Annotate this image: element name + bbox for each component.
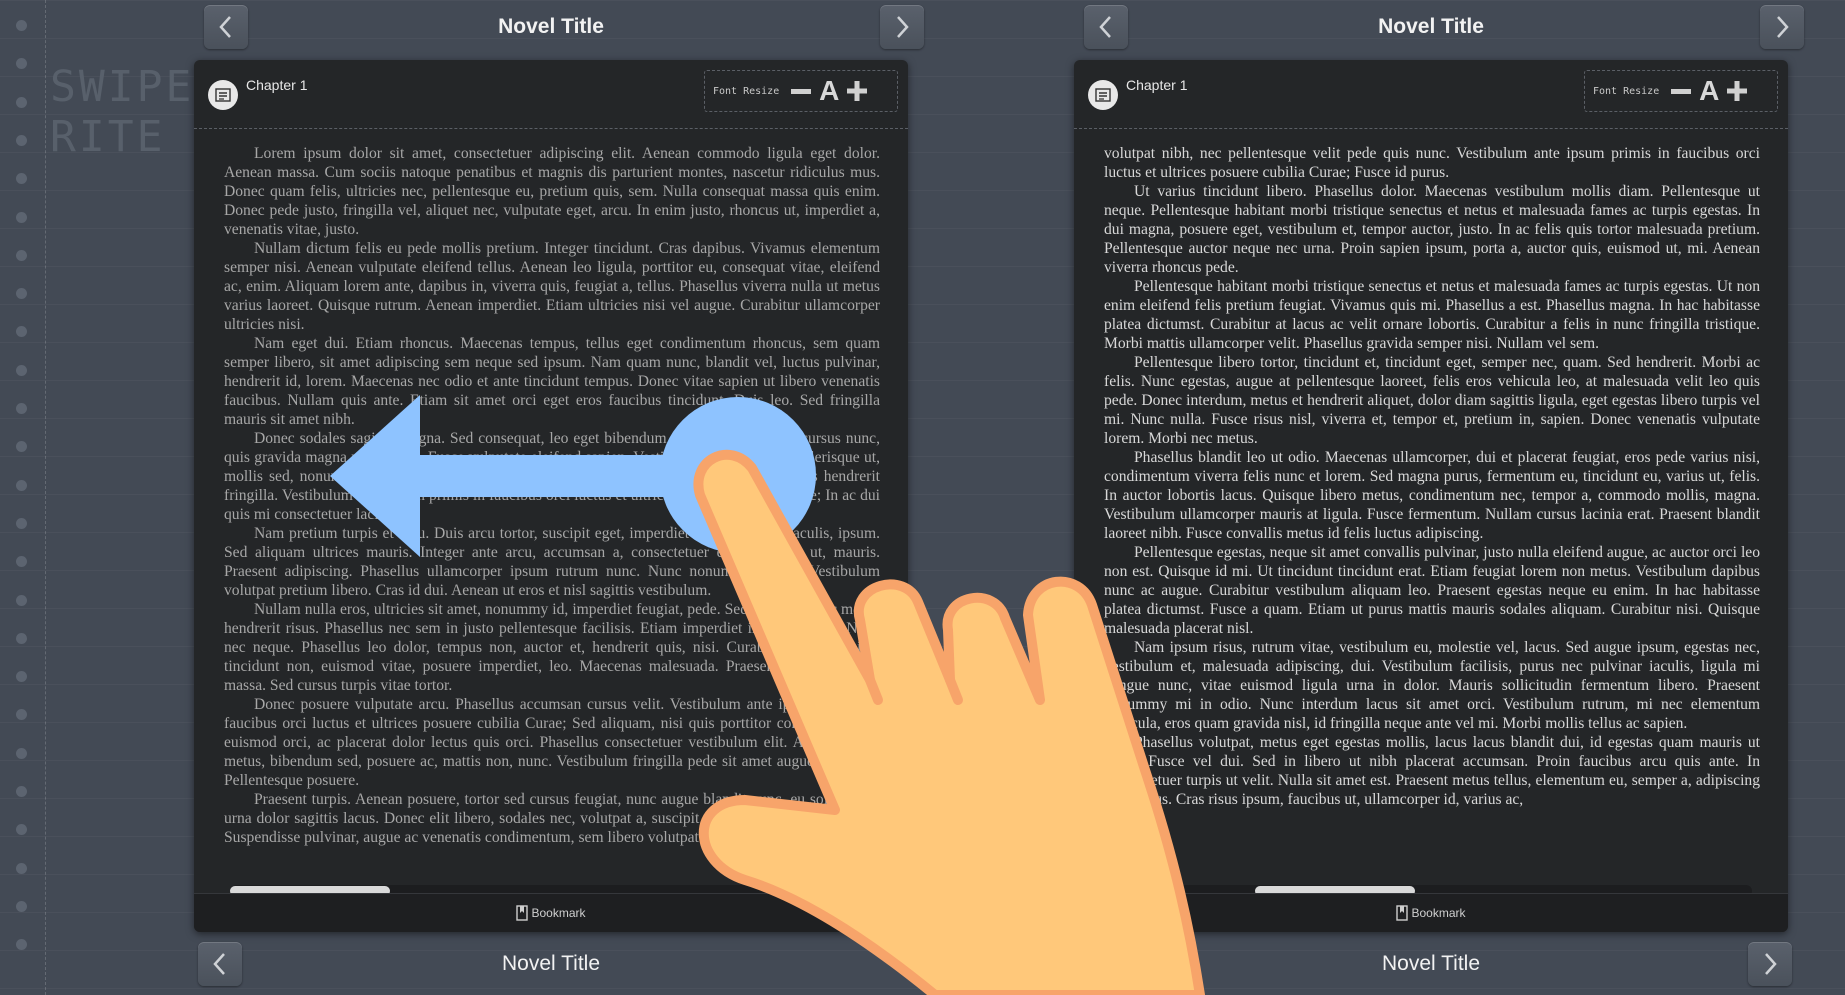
- binder-hole: [16, 173, 27, 185]
- text-paragraph: Praesent turpis. Aenean posuere, tortor …: [224, 791, 880, 846]
- left-bottom-bar: Novel Title: [194, 939, 908, 989]
- brand-logo: SWIPE RITE: [50, 62, 194, 162]
- right-reader-footer: Bookmark: [1074, 893, 1788, 932]
- right-top-bar: Novel Title: [1074, 2, 1804, 52]
- text-paragraph: Phasellus volutpat, metus eget egestas m…: [1104, 734, 1760, 808]
- font-size-indicator: A: [1699, 75, 1720, 106]
- chapter-list-icon[interactable]: [208, 80, 238, 110]
- binder-rail-line: [45, 0, 46, 995]
- chevron-right-icon: [897, 16, 909, 38]
- bookmark-button[interactable]: Bookmark: [531, 906, 585, 920]
- chapter-list-icon[interactable]: [1088, 80, 1118, 110]
- binder-hole: [16, 517, 27, 529]
- minus-icon: [791, 89, 812, 94]
- right-top-next-button[interactable]: [1760, 5, 1804, 49]
- text-paragraph: Nam ipsum risus, rutrum vitae, vestibulu…: [1104, 639, 1760, 732]
- text-paragraph: volutpat nibh, nec pellentesque velit pe…: [1104, 145, 1760, 181]
- brand-line-2: RITE: [50, 112, 166, 162]
- binder-hole: [16, 134, 27, 146]
- text-paragraph: Nam pretium turpis et arcu. Duis arcu to…: [224, 525, 880, 599]
- binder-hole: [16, 939, 27, 951]
- right-bottom-next-button[interactable]: [1748, 942, 1792, 986]
- text-paragraph: Nullam dictum felis eu pede mollis preti…: [224, 240, 880, 333]
- binder-hole: [16, 441, 27, 453]
- left-bottom-title: Novel Title: [501, 952, 601, 975]
- chevron-right-icon: [1777, 16, 1789, 38]
- plus-icon: [847, 81, 868, 101]
- right-top-title: Novel Title: [1378, 15, 1484, 38]
- font-resize-control: Font Resize A: [1584, 70, 1778, 112]
- minus-icon: [1671, 89, 1692, 94]
- text-paragraph: Donec posuere vulputate arcu. Phasellus …: [224, 696, 880, 789]
- binder-hole: [16, 747, 27, 759]
- binder-hole: [16, 58, 27, 70]
- bookmark-icon: [1396, 905, 1409, 921]
- binder-hole: [16, 900, 27, 912]
- binder-hole: [16, 479, 27, 491]
- plus-icon: [1727, 81, 1748, 101]
- font-decrease-button[interactable]: [1667, 77, 1695, 105]
- binder-holes: [16, 20, 28, 980]
- binder-hole: [16, 249, 27, 261]
- right-bottom-title: Novel Title: [1381, 952, 1481, 975]
- font-resize-control: Font Resize A: [704, 70, 898, 112]
- font-increase-button[interactable]: [1723, 77, 1751, 105]
- font-decrease-button[interactable]: [787, 77, 815, 105]
- font-resize-label: Font Resize: [1593, 85, 1660, 97]
- left-reader-footer: Bookmark: [194, 893, 908, 932]
- binder-hole: [16, 709, 27, 721]
- text-paragraph: Donec sodales sagittis magna. Sed conseq…: [224, 430, 880, 523]
- binder-hole: [16, 671, 27, 683]
- right-reading-text: volutpat nibh, nec pellentesque velit pe…: [1104, 144, 1760, 924]
- left-top-bar: Novel Title: [194, 2, 924, 52]
- brand-line-1: SWIPE: [50, 62, 195, 112]
- text-paragraph: Pellentesque libero tortor, tincidunt et…: [1104, 354, 1760, 447]
- binder-hole: [16, 20, 27, 31]
- text-paragraph: Nullam nulla eros, ultricies sit amet, n…: [224, 601, 880, 694]
- binder-hole: [16, 824, 27, 836]
- right-reader-header: Chapter 1 Font Resize A: [1074, 60, 1788, 129]
- text-paragraph: Ut varius tincidunt libero. Phasellus do…: [1104, 183, 1760, 276]
- text-paragraph: Phasellus blandit leo ut odio. Maecenas …: [1104, 449, 1760, 542]
- bookmark-icon: [516, 905, 529, 921]
- text-paragraph: Pellentesque egestas, neque sit amet con…: [1104, 544, 1760, 637]
- font-resize-label: Font Resize: [713, 85, 780, 97]
- left-reading-text: Lorem ipsum dolor sit amet, consectetuer…: [224, 144, 880, 924]
- font-increase-button[interactable]: [843, 77, 871, 105]
- binder-hole: [16, 403, 27, 414]
- binder-hole: [16, 786, 27, 797]
- chapter-label: Chapter 1: [1126, 77, 1188, 93]
- binder-hole: [16, 862, 27, 874]
- binder-hole: [16, 326, 27, 338]
- text-paragraph: Lorem ipsum dolor sit amet, consectetuer…: [224, 145, 880, 238]
- chapter-label: Chapter 1: [246, 77, 308, 93]
- left-top-next-button[interactable]: [880, 5, 924, 49]
- binder-hole: [16, 96, 27, 108]
- right-bottom-bar: Novel Title: [1074, 939, 1792, 989]
- binder-hole: [16, 211, 27, 223]
- binder-hole: [16, 364, 27, 376]
- binder-hole: [16, 632, 27, 644]
- binder-hole: [16, 594, 27, 606]
- font-size-indicator: A: [819, 75, 840, 106]
- left-reader-panel: Chapter 1 Font Resize A Lorem ipsum dolo…: [194, 60, 908, 932]
- right-reader-panel: Chapter 1 Font Resize A volutpat nibh, n…: [1074, 60, 1788, 932]
- text-paragraph: Pellentesque habitant morbi tristique se…: [1104, 278, 1760, 352]
- left-top-title: Novel Title: [498, 15, 604, 38]
- bookmark-button[interactable]: Bookmark: [1411, 906, 1465, 920]
- chevron-right-icon: [1765, 953, 1777, 975]
- left-reader-header: Chapter 1 Font Resize A: [194, 60, 908, 129]
- text-paragraph: Nam eget dui. Etiam rhoncus. Maecenas te…: [224, 335, 880, 428]
- binder-hole: [16, 288, 27, 300]
- binder-hole: [16, 556, 27, 568]
